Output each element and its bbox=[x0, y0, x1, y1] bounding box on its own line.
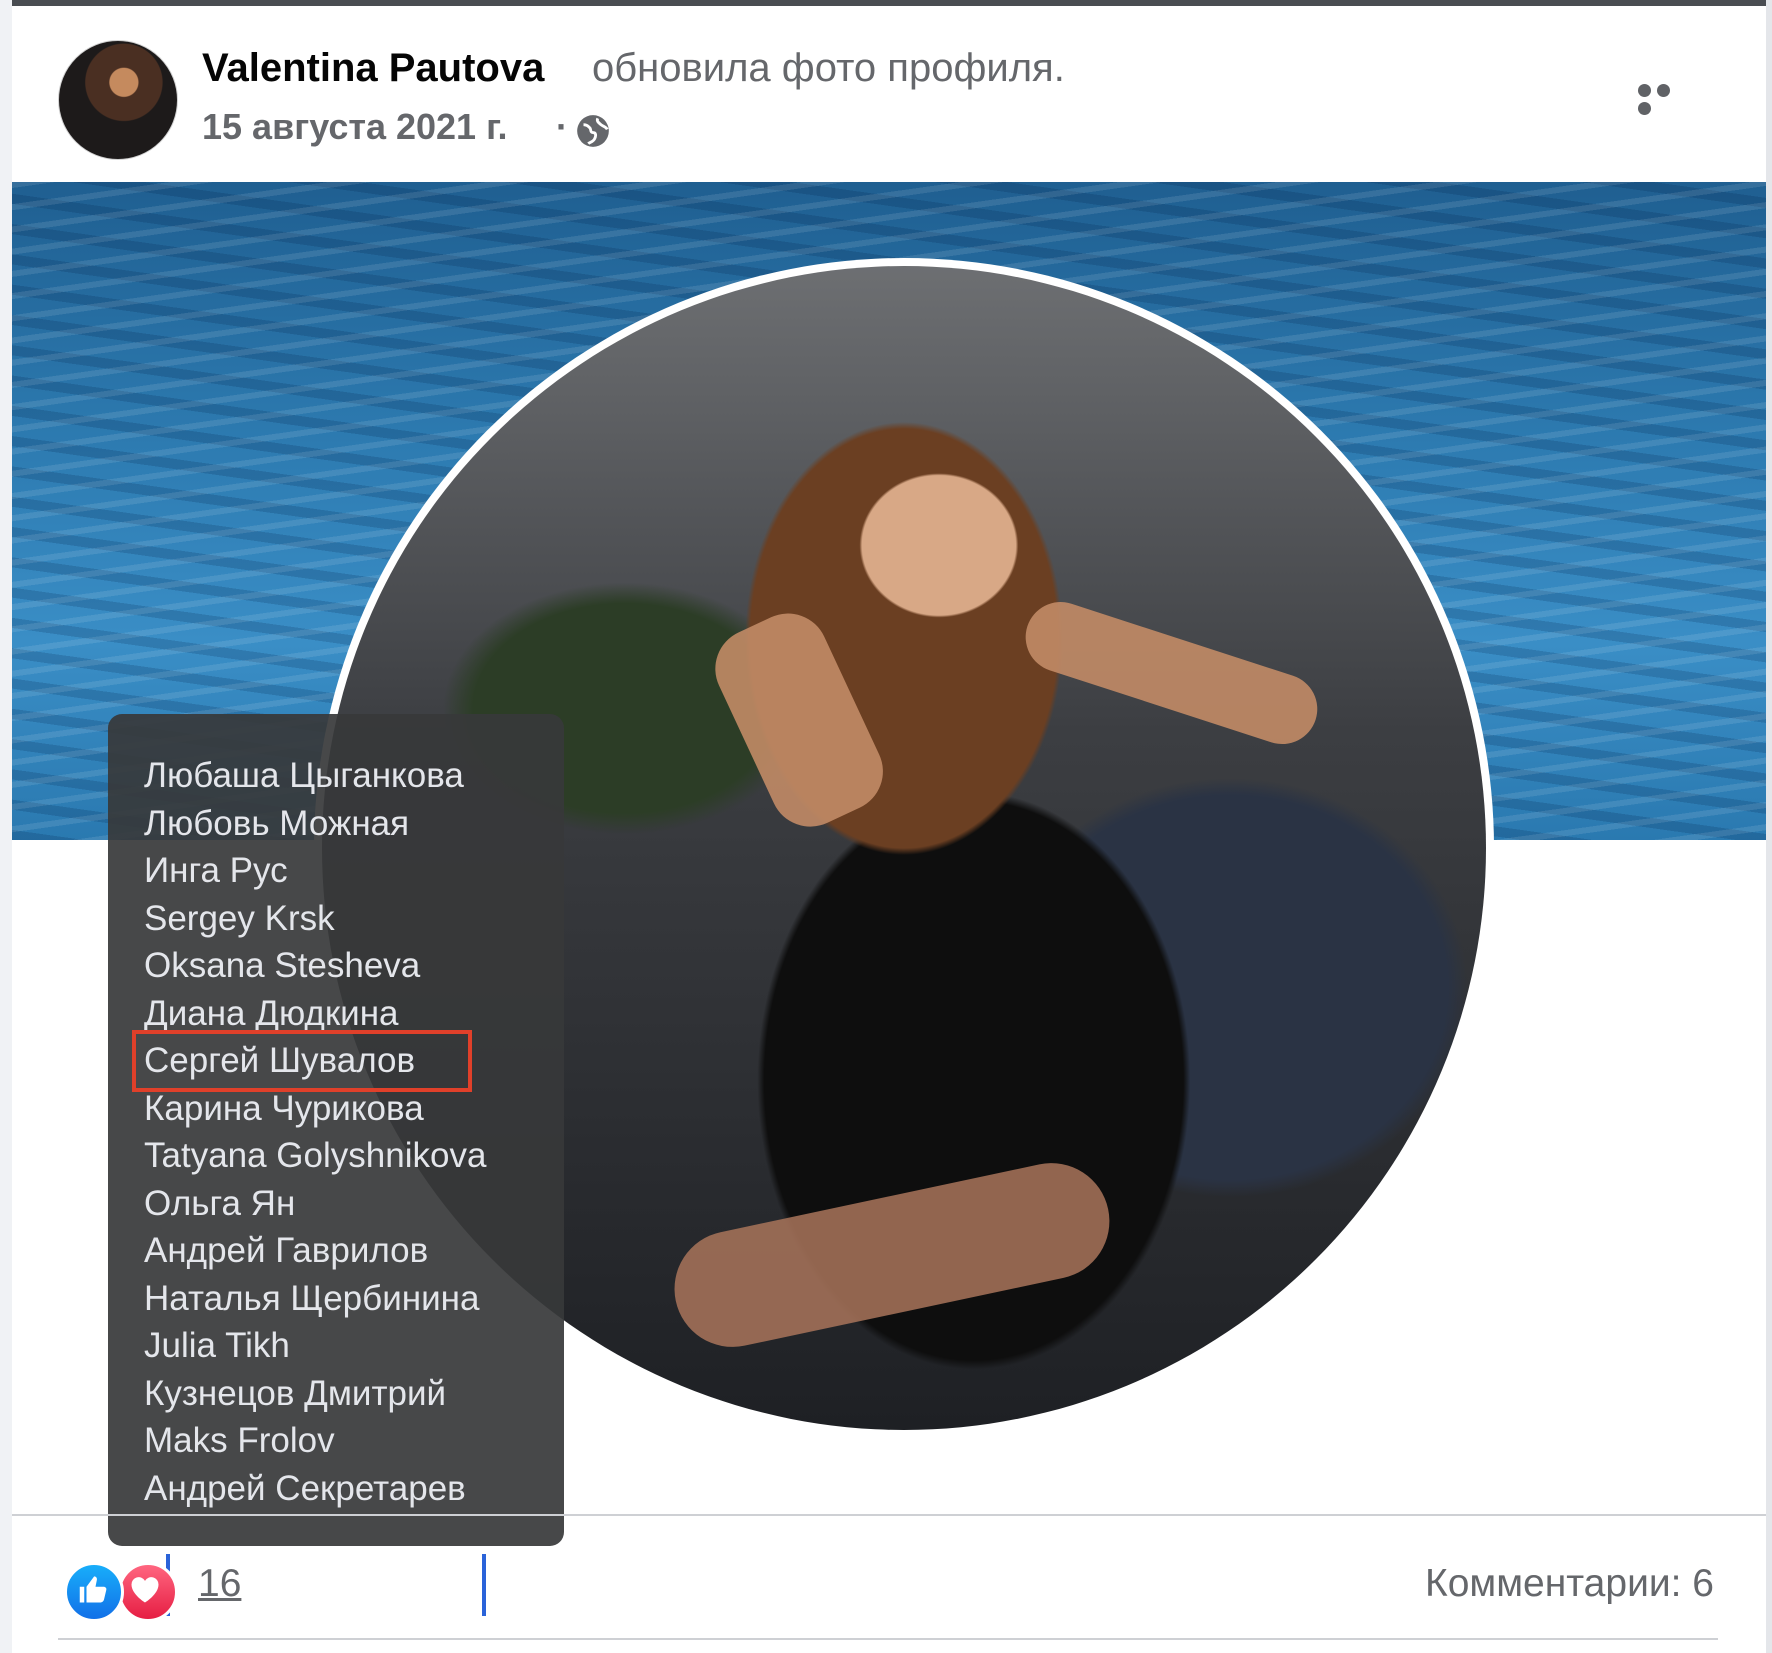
reactor-name: Maks Frolov bbox=[144, 1421, 335, 1460]
date-separator: · bbox=[556, 106, 568, 147]
reactions-tooltip: Любаша Цыганкова Любовь Можная Инга Рус … bbox=[108, 714, 564, 1546]
reactor-name: Андрей Секретарев bbox=[144, 1468, 466, 1508]
reactor-name: Sergey Krsk bbox=[144, 898, 335, 938]
post-action-text: обновила фото профиля. bbox=[592, 46, 1065, 90]
photo-detail-arm bbox=[702, 600, 897, 840]
actions-divider bbox=[58, 1638, 1718, 1640]
reactor-name: Любаша Цыганкова bbox=[144, 756, 464, 795]
reactor-name: Tatyana Golyshnikova bbox=[144, 1136, 487, 1175]
reactor-name: Наталья Щербинина bbox=[144, 1278, 480, 1318]
reactor-name: Oksana Stesheva bbox=[144, 946, 421, 985]
author-name[interactable]: Valentina Pautova bbox=[202, 46, 544, 91]
reactor-name: Ольга Ян bbox=[144, 1183, 296, 1223]
feed-post: Valentina Pautova обновила фото профиля.… bbox=[12, 6, 1766, 1653]
reactor-name: Андрей Гаврилов bbox=[144, 1231, 429, 1270]
page-background-left bbox=[0, 0, 12, 1653]
comments-count[interactable]: Комментарии: 6 bbox=[1425, 1562, 1714, 1606]
reactor-name: Julia Tikh bbox=[144, 1326, 290, 1365]
reactor-list: Любаша Цыганкова Любовь Можная Инга Рус … bbox=[144, 752, 486, 1512]
photo-detail-legs bbox=[663, 1152, 1121, 1359]
reaction-count[interactable]: 16 bbox=[198, 1562, 241, 1606]
reactor-name: Кузнецов Дмитрий bbox=[144, 1373, 447, 1413]
photo-detail-arm bbox=[1017, 593, 1327, 754]
post-divider bbox=[12, 1514, 1766, 1516]
globe-icon[interactable] bbox=[574, 112, 612, 150]
reactor-name: Инга Рус bbox=[144, 851, 288, 890]
like-icon[interactable] bbox=[64, 1562, 124, 1622]
more-options-icon[interactable] bbox=[1638, 84, 1694, 115]
post-date[interactable]: 15 августа 2021 г. bbox=[202, 106, 507, 148]
highlight-annotation-box bbox=[132, 1030, 472, 1092]
page-background-right bbox=[1766, 0, 1772, 1653]
author-avatar[interactable] bbox=[58, 40, 178, 160]
text-cursor-marker bbox=[482, 1554, 486, 1616]
reactor-name: Любовь Можная bbox=[144, 803, 410, 843]
love-icon[interactable] bbox=[118, 1562, 178, 1622]
